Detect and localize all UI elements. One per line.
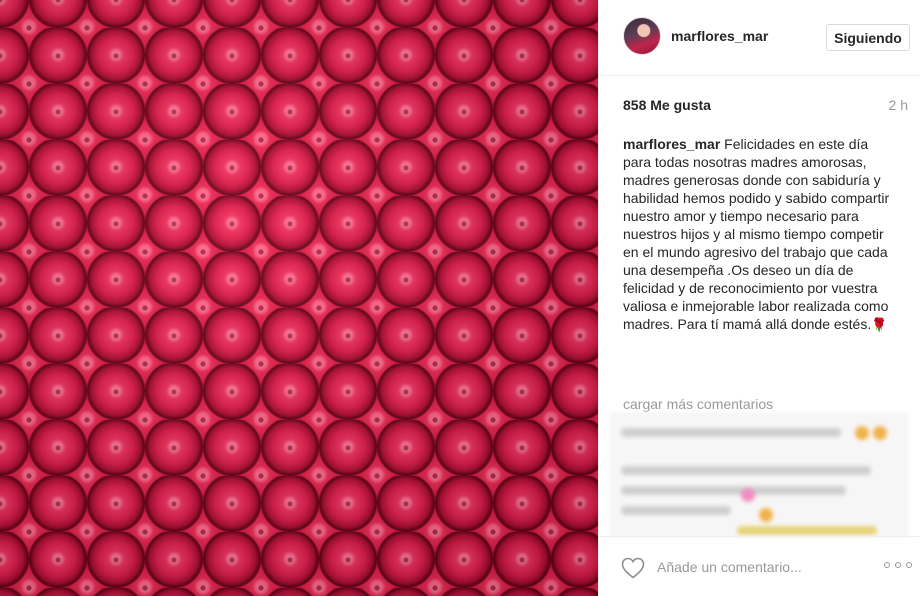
heart-icon[interactable] xyxy=(621,557,645,579)
blurred-comment xyxy=(621,428,841,437)
blurred-emoji-icon xyxy=(759,508,773,522)
caption-text: Felicidades en este día para todas nosot… xyxy=(623,136,890,332)
comment-footer xyxy=(599,536,920,596)
comments-list-blurred xyxy=(609,412,909,538)
username-link[interactable]: marflores_mar xyxy=(671,28,768,44)
blurred-comment xyxy=(621,466,871,475)
avatar[interactable] xyxy=(623,17,661,55)
blurred-emoji-icon xyxy=(873,426,887,440)
blurred-emoji-icon xyxy=(855,426,869,440)
more-options-icon[interactable] xyxy=(884,557,912,573)
post-image[interactable] xyxy=(0,0,598,596)
blurred-emoji-icon xyxy=(741,488,755,502)
post-timestamp[interactable]: 2 h xyxy=(889,97,908,113)
blurred-comment xyxy=(737,526,877,535)
rose-emoji-icon: 🌹 xyxy=(871,317,888,332)
load-more-comments-link[interactable]: cargar más comentarios xyxy=(623,396,773,412)
post-caption: marflores_mar Felicidades en este día pa… xyxy=(623,135,898,334)
post-header: marflores_mar Siguiendo xyxy=(599,0,920,76)
caption-username[interactable]: marflores_mar xyxy=(623,136,720,152)
post-sidebar: marflores_mar Siguiendo 858 Me gusta 2 h… xyxy=(598,0,920,596)
add-comment-input[interactable] xyxy=(657,554,872,580)
following-button[interactable]: Siguiendo xyxy=(826,24,910,51)
blurred-comment xyxy=(621,486,846,495)
likes-count[interactable]: 858 Me gusta xyxy=(623,97,711,113)
blurred-comment xyxy=(621,506,731,515)
